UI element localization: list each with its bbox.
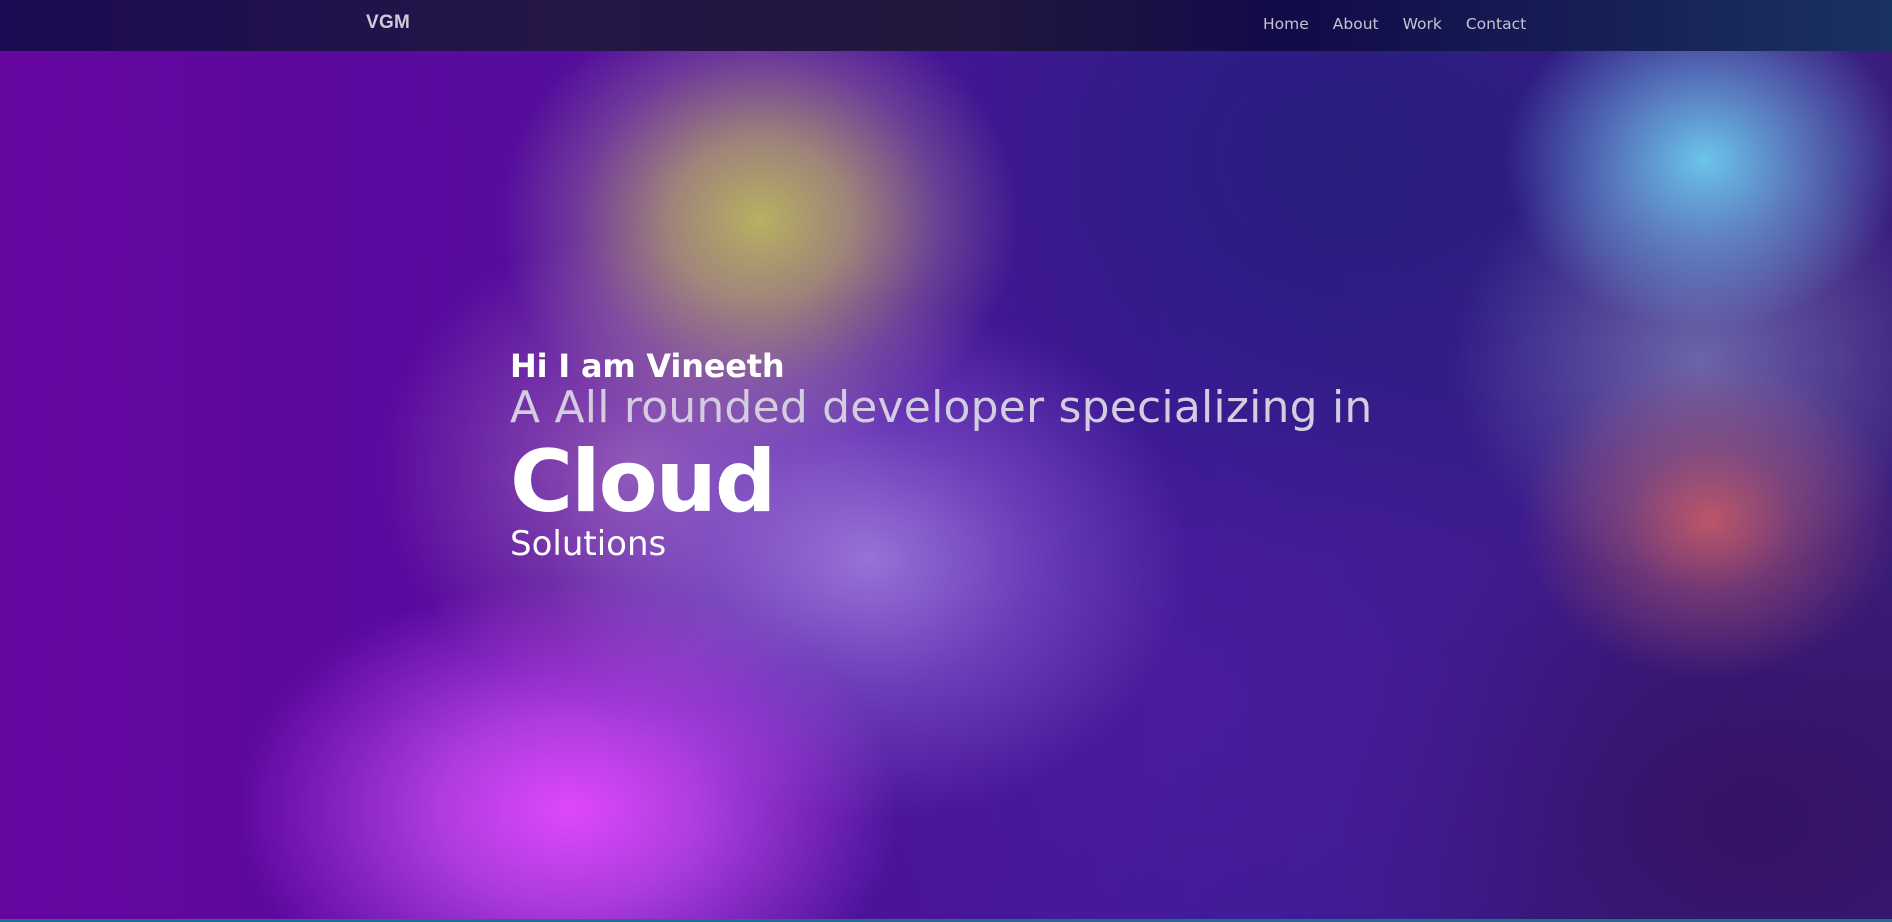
hero-greeting: Hi I am Vineeth (510, 347, 785, 385)
nav-link-work[interactable]: Work (1403, 14, 1442, 34)
hero-subtitle: A All rounded developer specializing in (510, 382, 1373, 433)
hero-suffix: Solutions (510, 524, 667, 564)
nav-links: Home About Work Contact (1263, 14, 1526, 34)
logo-link[interactable]: VGM (366, 12, 410, 34)
nav-link-about[interactable]: About (1333, 14, 1379, 34)
nav-link-home[interactable]: Home (1263, 14, 1309, 34)
nav-link-contact[interactable]: Contact (1466, 14, 1526, 34)
top-navbar: VGM Home About Work Contact (0, 0, 1892, 51)
page: VGM Home About Work Contact Hi I am Vine… (0, 0, 1892, 922)
hero-section: Hi I am Vineeth A All rounded developer … (510, 346, 1372, 564)
hero-highlight-word: Cloud (510, 432, 776, 532)
